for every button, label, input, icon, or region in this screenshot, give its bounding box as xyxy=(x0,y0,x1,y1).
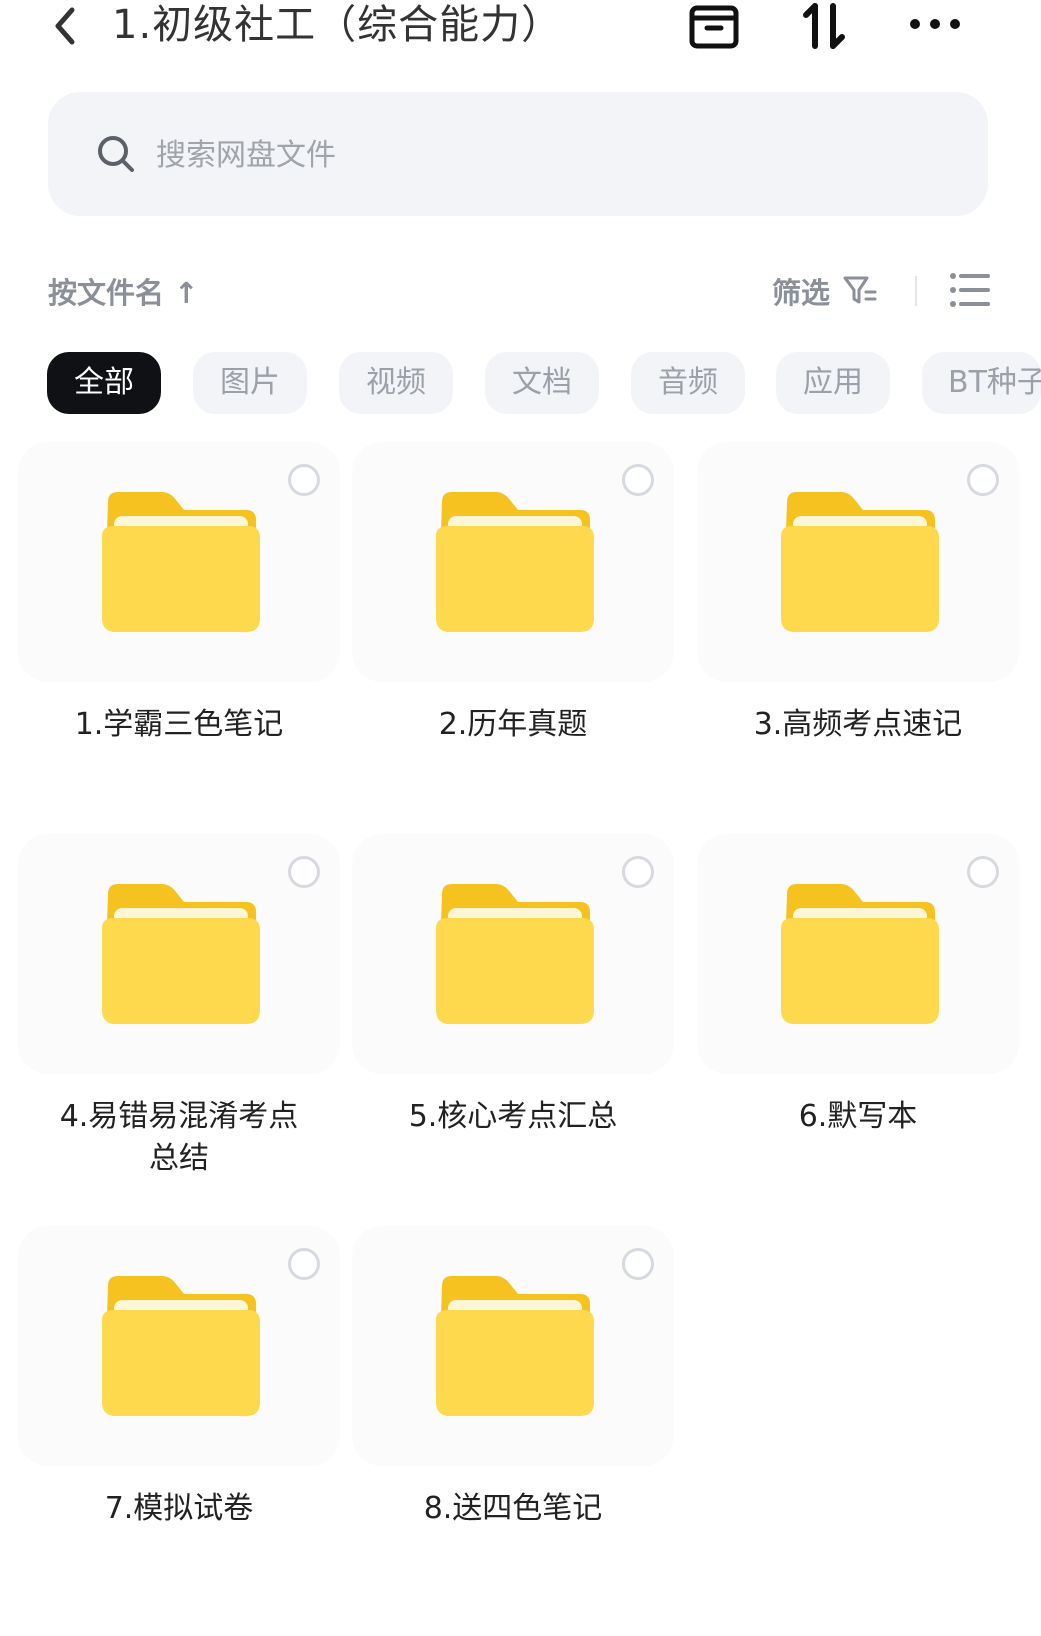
more-options-icon[interactable] xyxy=(905,0,965,52)
folder-card[interactable] xyxy=(352,834,674,1074)
search-icon xyxy=(98,136,134,172)
select-radio[interactable] xyxy=(967,464,999,496)
tab-all[interactable]: 全部 xyxy=(47,352,161,414)
folder-icon xyxy=(436,884,594,1024)
select-radio[interactable] xyxy=(622,1248,654,1280)
folder-name: 2.历年真题 xyxy=(438,707,588,742)
folder-name: 3.高频考点速记 xyxy=(753,707,963,742)
top-bar: 1.初级社工（综合能力） xyxy=(0,0,1041,70)
folder-name: 4.易错易混淆考点总结 xyxy=(59,1099,299,1176)
divider xyxy=(915,276,917,306)
folder-card[interactable] xyxy=(18,834,340,1074)
folder-name: 5.核心考点汇总 xyxy=(408,1099,618,1134)
folder-card[interactable] xyxy=(18,1226,340,1466)
list-view-icon[interactable] xyxy=(948,270,990,310)
search-bar[interactable] xyxy=(48,92,988,216)
select-radio[interactable] xyxy=(622,464,654,496)
select-radio[interactable] xyxy=(288,856,320,888)
tab-videos[interactable]: 视频 xyxy=(339,352,453,414)
filter-icon[interactable] xyxy=(842,274,878,306)
folder-card[interactable] xyxy=(18,442,340,682)
tab-bt[interactable]: BT种子 xyxy=(922,352,1041,414)
sort-filter-row: 按文件名 ↑ 筛选 xyxy=(0,262,1041,318)
folder-name: 6.默写本 xyxy=(798,1099,918,1134)
folder-icon xyxy=(436,1276,594,1416)
folder-card[interactable] xyxy=(352,1226,674,1466)
folder-card[interactable] xyxy=(697,834,1019,1074)
folder-name: 1.学霸三色笔记 xyxy=(74,707,284,742)
folder-icon xyxy=(102,492,260,632)
tab-apps[interactable]: 应用 xyxy=(776,352,890,414)
select-radio[interactable] xyxy=(288,464,320,496)
folder-name: 8.送四色笔记 xyxy=(423,1491,603,1526)
folder-icon xyxy=(102,884,260,1024)
tab-documents[interactable]: 文档 xyxy=(485,352,599,414)
tab-audio[interactable]: 音频 xyxy=(631,352,745,414)
tab-images[interactable]: 图片 xyxy=(193,352,307,414)
select-radio[interactable] xyxy=(288,1248,320,1280)
folder-icon xyxy=(436,492,594,632)
sort-updown-icon[interactable] xyxy=(800,0,850,52)
back-arrow-icon[interactable] xyxy=(46,2,86,50)
archive-box-icon[interactable] xyxy=(688,0,740,52)
sort-by-name-button[interactable]: 按文件名 ↑ xyxy=(48,270,198,312)
search-input[interactable] xyxy=(154,132,858,178)
filter-button[interactable]: 筛选 xyxy=(772,270,830,312)
folder-icon xyxy=(781,884,939,1024)
page-title: 1.初级社工（综合能力） xyxy=(112,2,563,48)
folder-name: 7.模拟试卷 xyxy=(104,1491,254,1526)
folder-card[interactable] xyxy=(352,442,674,682)
category-tabs: 全部 图片 视频 文档 音频 应用 BT种子 xyxy=(0,352,1041,416)
folder-card[interactable] xyxy=(697,442,1019,682)
select-radio[interactable] xyxy=(622,856,654,888)
folder-icon xyxy=(781,492,939,632)
select-radio[interactable] xyxy=(967,856,999,888)
folder-icon xyxy=(102,1276,260,1416)
